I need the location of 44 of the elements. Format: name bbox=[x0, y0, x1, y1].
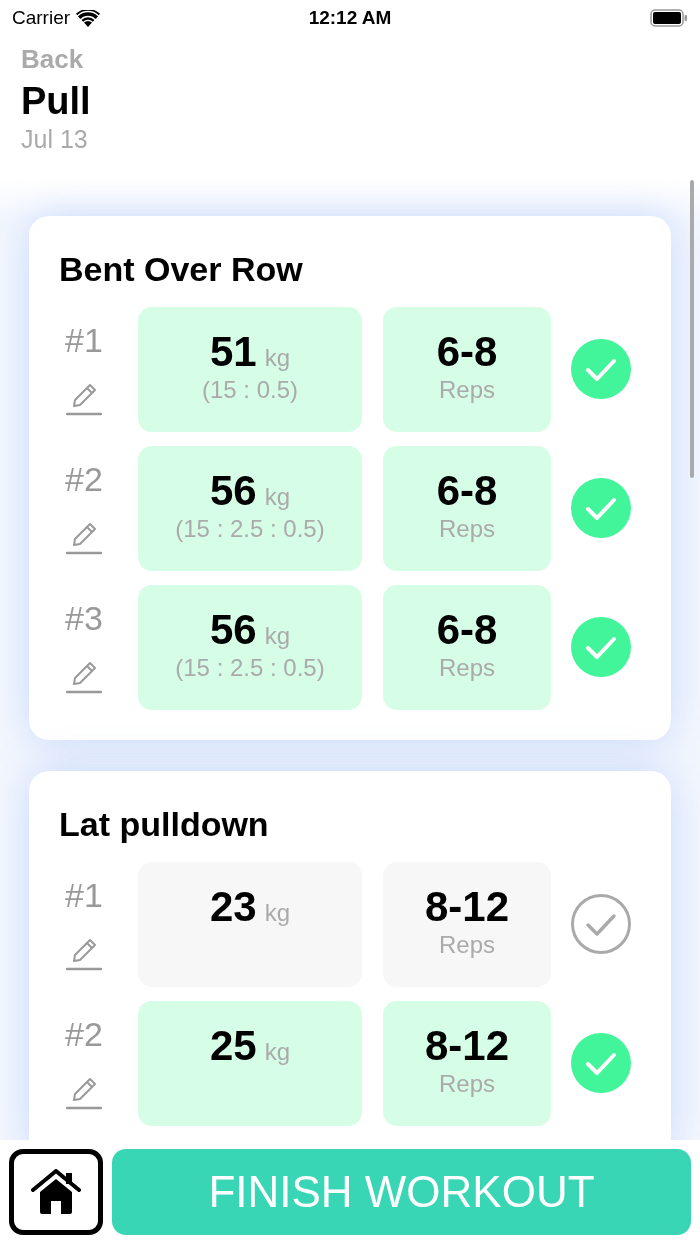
weight-value: 23 bbox=[209, 884, 257, 930]
weight-unit: kg bbox=[264, 483, 291, 511]
workout-date: Jul 13 bbox=[21, 125, 88, 154]
weight-unit: kg bbox=[264, 622, 291, 650]
weight-box[interactable]: 51 kg (15 : 0.5) bbox=[138, 307, 362, 432]
set-number: #2 bbox=[65, 460, 103, 499]
carrier-label: Carrier bbox=[12, 7, 71, 29]
reps-box[interactable]: 6-8 Reps bbox=[383, 585, 551, 710]
clock: 12:12 AM bbox=[308, 7, 392, 28]
workout-title: Pull bbox=[21, 80, 91, 123]
weight-box[interactable]: 56 kg (15 : 2.5 : 0.5) bbox=[138, 446, 362, 571]
weight-value: 56 bbox=[209, 607, 257, 653]
reps-label: Reps bbox=[439, 514, 495, 544]
reps-box[interactable]: 6-8 Reps bbox=[383, 307, 551, 432]
weight-value: 25 bbox=[209, 1023, 257, 1069]
weight-box[interactable]: 25 kg bbox=[138, 1001, 362, 1126]
reps-value: 6-8 bbox=[436, 329, 498, 375]
reps-box[interactable]: 8-12 Reps bbox=[383, 1001, 551, 1126]
reps-box[interactable]: 6-8 Reps bbox=[383, 446, 551, 571]
reps-label: Reps bbox=[439, 375, 495, 405]
plate-breakdown: (15 : 0.5) bbox=[201, 375, 298, 405]
weight-unit: kg bbox=[264, 899, 291, 927]
reps-value: 8-12 bbox=[424, 1023, 510, 1069]
set-number: #1 bbox=[65, 321, 103, 360]
weight-box[interactable]: 23 kg bbox=[138, 862, 362, 987]
reps-label: Reps bbox=[439, 653, 495, 683]
weight-unit: kg bbox=[264, 344, 291, 372]
set-number: #1 bbox=[65, 876, 103, 915]
exercise-name: Lat pulldown bbox=[59, 807, 270, 841]
weight-unit: kg bbox=[264, 1038, 291, 1066]
exercise-name: Bent Over Row bbox=[59, 252, 304, 286]
reps-label: Reps bbox=[439, 1069, 495, 1099]
reps-label: Reps bbox=[439, 930, 495, 960]
reps-box[interactable]: 8-12 Reps bbox=[383, 862, 551, 987]
reps-value: 6-8 bbox=[436, 468, 498, 514]
plate-breakdown: (15 : 2.5 : 0.5) bbox=[175, 653, 325, 683]
weight-box[interactable]: 56 kg (15 : 2.5 : 0.5) bbox=[138, 585, 362, 710]
plate-breakdown: (15 : 2.5 : 0.5) bbox=[175, 514, 325, 544]
set-number: #2 bbox=[65, 1015, 103, 1054]
weight-value: 51 bbox=[209, 329, 257, 375]
reps-value: 8-12 bbox=[424, 884, 510, 930]
weight-value: 56 bbox=[209, 468, 257, 514]
set-number: #3 bbox=[65, 599, 103, 638]
reps-value: 6-8 bbox=[436, 607, 498, 653]
